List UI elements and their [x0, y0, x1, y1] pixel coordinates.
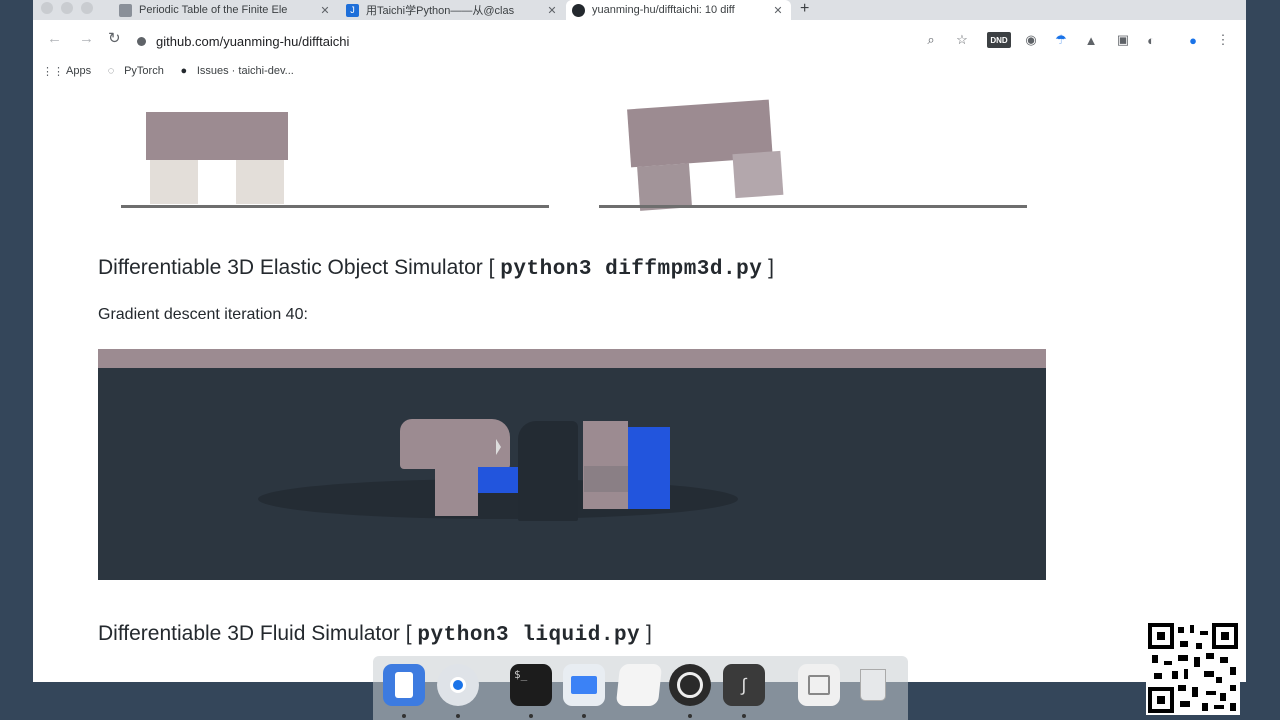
section-heading-elastic: Differentiable 3D Elastic Object Simulat…	[98, 256, 774, 281]
extension-icon[interactable]: ▣	[1115, 32, 1131, 48]
finder-icon[interactable]	[383, 664, 425, 706]
zoom-icon[interactable]: ⌕	[923, 32, 939, 48]
taichi-icon: J	[346, 3, 359, 17]
running-indicator	[582, 714, 586, 718]
sim-3d-image	[98, 349, 1046, 580]
window-minimize-button[interactable]	[61, 2, 73, 14]
keynote-icon[interactable]	[563, 664, 605, 706]
apps-grid-icon: ⋮⋮	[42, 65, 64, 78]
elastic-body-leg	[732, 150, 784, 199]
elastic-body-leg	[236, 160, 284, 204]
profile-icon[interactable]: ●	[1185, 32, 1201, 48]
bookmark-label: Issues · taichi-dev...	[196, 65, 294, 77]
running-indicator	[688, 714, 692, 718]
extension-icon[interactable]: ◐	[1143, 32, 1159, 48]
close-tab-icon[interactable]: ✕	[545, 4, 559, 17]
bookmark-label: PyTorch	[124, 65, 164, 77]
running-indicator	[742, 714, 746, 718]
tab-periodic-table[interactable]: Periodic Table of the Finite Ele ✕	[113, 0, 338, 20]
menu-icon[interactable]: ⋮	[1215, 32, 1231, 48]
tab-difftaichi[interactable]: yuanming-hu/difftaichi: 10 diff ✕	[566, 0, 791, 20]
browser-window: Periodic Table of the Finite Ele ✕ J 用Ta…	[33, 0, 1246, 682]
section-heading-fluid: Differentiable 3D Fluid Simulator [ pyth…	[98, 622, 652, 647]
sim-2d-image-left	[121, 82, 551, 212]
elastic-object-blue-face	[628, 427, 670, 509]
preview-icon[interactable]	[615, 664, 663, 706]
extension-icon[interactable]: ☂	[1053, 32, 1069, 48]
elastic-object-body	[583, 421, 628, 509]
qr-code-overlay	[1146, 621, 1240, 715]
elastic-object-dark-face	[518, 421, 578, 521]
iteration-caption: Gradient descent iteration 40:	[98, 306, 308, 323]
chrome-icon[interactable]	[437, 664, 479, 706]
files-icon[interactable]	[798, 664, 840, 706]
tab-taichi-python[interactable]: J 用Taichi学Python——从@clas ✕	[340, 0, 565, 20]
ground-line	[599, 205, 1027, 208]
reload-icon[interactable]: ↻	[108, 31, 121, 47]
tab-title: yuanming-hu/difftaichi: 10 diff	[592, 4, 735, 16]
obs-icon[interactable]	[669, 664, 711, 706]
extension-icon[interactable]: ◉	[1023, 32, 1039, 48]
bookmark-label: Apps	[66, 65, 92, 77]
running-indicator	[456, 714, 460, 718]
running-indicator	[529, 714, 533, 718]
elastic-body-leg	[150, 160, 198, 204]
elastic-object-leg	[435, 466, 478, 516]
dnd-badge: DND	[990, 35, 1008, 45]
qr-code-icon	[1148, 623, 1238, 713]
github-icon	[572, 3, 585, 17]
heading-bracket: ]	[640, 622, 652, 645]
heading-code: python3 liquid.py	[417, 624, 641, 647]
heading-bracket: ]	[762, 256, 774, 279]
tab-strip: Periodic Table of the Finite Ele ✕ J 用Ta…	[33, 0, 1246, 20]
bookmark-pytorch[interactable]: ◌ PyTorch	[105, 65, 164, 77]
pytorch-icon: ◌	[107, 65, 115, 77]
elastic-object-blue-face	[478, 467, 518, 493]
terminal-icon[interactable]: $_	[510, 664, 552, 706]
bookmark-issues[interactable]: ● Issues · taichi-dev...	[178, 65, 294, 77]
close-tab-icon[interactable]: ✕	[318, 4, 332, 17]
heading-code: python3 diffmpm3d.py	[500, 258, 763, 281]
elastic-object-body	[400, 419, 510, 469]
heading-text: Differentiable 3D Fluid Simulator [	[98, 622, 418, 645]
bookmarks-bar: ⋮⋮ Apps ◌ PyTorch ● Issues · taichi-dev.…	[33, 60, 1246, 82]
running-indicator	[402, 714, 406, 718]
address-bar[interactable]: github.com/yuanming-hu/difftaichi	[137, 30, 557, 52]
window-maximize-button[interactable]	[81, 2, 93, 14]
elastic-body-leg	[637, 163, 693, 211]
new-tab-button[interactable]: +	[800, 0, 809, 18]
sim-3d-top-border	[98, 349, 1046, 368]
url-text: github.com/yuanming-hu/difftaichi	[156, 33, 350, 49]
heading-text: Differentiable 3D Elastic Object Simulat…	[98, 256, 501, 279]
forward-icon[interactable]: →	[79, 31, 94, 47]
elastic-object-leg	[584, 466, 628, 492]
extension-icon[interactable]: ▲	[1083, 32, 1099, 48]
sim-2d-image-right	[599, 82, 1029, 212]
github-icon: ●	[180, 65, 188, 77]
desktop: Periodic Table of the Finite Ele ✕ J 用Ta…	[0, 0, 1280, 720]
trash-icon[interactable]	[852, 664, 894, 706]
document-icon	[119, 3, 132, 17]
mouse-cursor-icon	[496, 439, 501, 455]
lock-icon	[137, 36, 146, 46]
page-content: Differentiable 3D Elastic Object Simulat…	[33, 82, 1246, 682]
window-close-button[interactable]	[41, 2, 53, 14]
tab-title: 用Taichi学Python——从@clas	[366, 5, 515, 17]
grapher-icon[interactable]: ∫	[723, 664, 765, 706]
elastic-body-tilted	[627, 99, 784, 211]
back-icon[interactable]: ←	[47, 31, 62, 47]
macos-dock: $_ ∫	[373, 656, 908, 720]
ground-line	[121, 205, 549, 208]
dnd-extension-icon[interactable]: DND	[987, 32, 1011, 48]
close-tab-icon[interactable]: ✕	[771, 4, 785, 17]
browser-toolbar: ← → ↻ github.com/yuanming-hu/difftaichi …	[33, 20, 1246, 60]
bookmark-star-icon[interactable]: ☆	[954, 32, 970, 48]
bookmark-apps[interactable]: ⋮⋮ Apps	[42, 65, 92, 78]
elastic-body-top	[146, 112, 288, 160]
tab-title: Periodic Table of the Finite Ele	[139, 4, 288, 16]
